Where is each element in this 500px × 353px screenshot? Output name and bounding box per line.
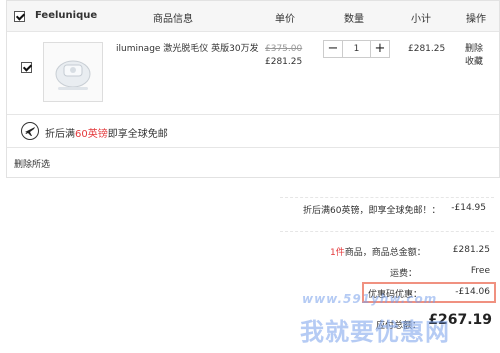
goods-total-value: £281.25 — [452, 245, 490, 255]
item-count: 1件 — [330, 248, 345, 258]
shipping-label: 运费： — [390, 269, 418, 279]
item-count-label: 1件商品，商品总金额： — [330, 245, 426, 258]
watermark-text: 我就要优惠网 — [300, 318, 450, 346]
watermark-url: www.591yhw.com — [302, 292, 438, 306]
shipping-promo-value: -£14.95 — [451, 203, 486, 213]
summary-divider — [280, 197, 494, 198]
item-count-text: 商品，商品总金额： — [344, 248, 426, 258]
shipping-value: Free — [470, 266, 490, 276]
summary-divider — [280, 231, 494, 232]
shipping-promo-label: 折后满60英镑，即享全球免邮！： — [303, 206, 441, 216]
